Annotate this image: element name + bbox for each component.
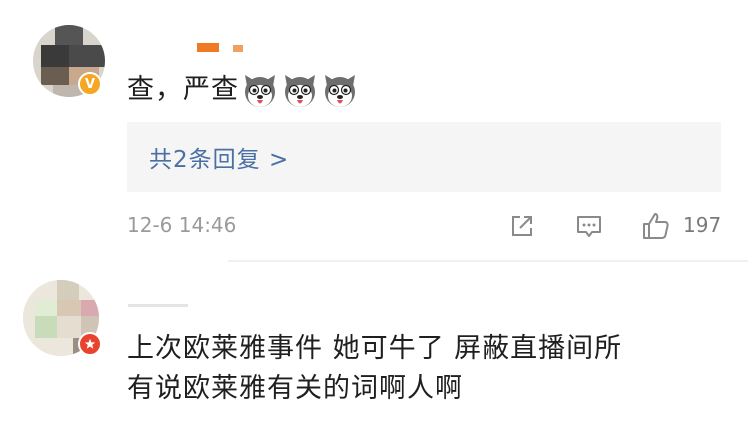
- emoji-group: [239, 74, 359, 107]
- username-blurred[interactable]: [128, 304, 188, 310]
- reply-box[interactable]: 共2条回复 >: [127, 122, 721, 192]
- star-icon: [84, 338, 96, 349]
- thumbs-up-icon[interactable]: [640, 210, 672, 242]
- husky-emoji: [285, 74, 315, 107]
- comment-icon[interactable]: [573, 210, 605, 242]
- view-replies-link[interactable]: 共2条回复 >: [149, 140, 289, 174]
- comment-text-line: 上次欧莱雅事件 她可牛了 屏蔽直播间所: [127, 333, 623, 364]
- timestamp: 12-6 14:46: [127, 213, 237, 237]
- username-blurred[interactable]: [197, 43, 247, 53]
- verified-badge: V: [78, 72, 102, 96]
- comment-item: 上次欧莱雅事件 她可牛了 屏蔽直播间所 有说欧莱雅有关的词啊人啊: [0, 262, 748, 428]
- comment-item: V 查，严查 共2条回复 > 12-6 14:46 197: [0, 0, 748, 262]
- share-icon[interactable]: [506, 210, 538, 242]
- comment-text: 查，严查: [127, 70, 359, 110]
- husky-emoji: [325, 74, 355, 107]
- star-badge: [78, 332, 102, 356]
- like-count: 197: [683, 213, 722, 237]
- comment-text-content: 查，严查: [127, 74, 239, 105]
- comment-text-line: 有说欧莱雅有关的词啊人啊: [127, 373, 463, 404]
- comment-text: 上次欧莱雅事件 她可牛了 屏蔽直播间所 有说欧莱雅有关的词啊人啊: [127, 329, 622, 409]
- husky-emoji: [245, 74, 275, 107]
